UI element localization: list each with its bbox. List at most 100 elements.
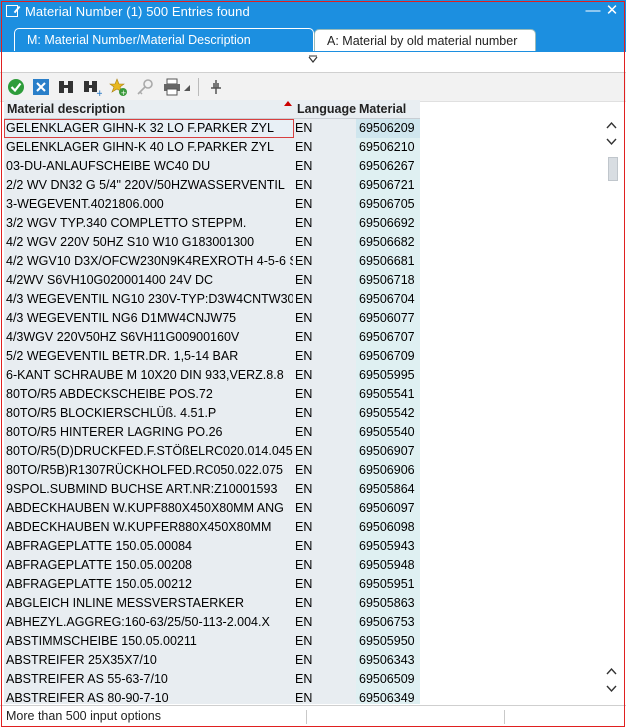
cell-language[interactable]: EN	[295, 423, 355, 442]
table-row[interactable]: 9SPOL.SUBMIND BUCHSE ART.NR:Z10001593 EN 6…	[4, 480, 420, 499]
cell-material[interactable]: 69506907	[356, 442, 420, 461]
cell-material-description[interactable]: ABGLEICH INLINE MESSVERSTAERKER	[6, 594, 293, 613]
cell-material-description[interactable]: ABHEZYL.AGGREG:160-63/25/50-113-2.004.X	[6, 613, 293, 632]
tab-old-material-number[interactable]: A: Material by old material number	[314, 29, 536, 51]
cell-language[interactable]: EN	[295, 271, 355, 290]
cell-material[interactable]: 69506707	[356, 328, 420, 347]
cell-material[interactable]: 69506692	[356, 214, 420, 233]
cell-material-description[interactable]: ABSTREIFER 25X35X7/10	[6, 651, 293, 670]
table-row[interactable]: 6-KANT SCHRAUBE M 10X20 DIN 933,VERZ.8.8…	[4, 366, 420, 385]
cell-material-description[interactable]: 03-DU-ANLAUFSCHEIBE WC40 DU	[6, 157, 293, 176]
cell-material[interactable]: 69505864	[356, 480, 420, 499]
cell-material-description[interactable]: 5/2 WEGEVENTIL BETR.DR. 1,5-14 BAR	[6, 347, 293, 366]
cell-material[interactable]: 69506704	[356, 290, 420, 309]
scroll-up-icon[interactable]	[606, 121, 617, 130]
cell-material[interactable]: 69505995	[356, 366, 420, 385]
table-row[interactable]: 4/2 WGV 220V 50HZ S10 W10 G183001300 EN 69…	[4, 233, 420, 252]
cell-material-description[interactable]: 80TO/R5 BLOCKIERSCHLÜß. 4.51.P	[6, 404, 293, 423]
table-row[interactable]: 80TO/R5 BLOCKIERSCHLÜß. 4.51.P EN 69505542	[4, 404, 420, 423]
close-button[interactable]: ✕	[603, 2, 621, 20]
check-icon[interactable]	[6, 77, 26, 97]
cell-material-description[interactable]: 4/2 WGV10 D3X/OFCW230N9K4REXROTH 4-5-6 S	[6, 252, 293, 271]
scrollbar-thumb[interactable]	[608, 157, 618, 181]
table-row[interactable]: 5/2 WEGEVENTIL BETR.DR. 1,5-14 BAR EN 6950…	[4, 347, 420, 366]
cell-language[interactable]: EN	[295, 594, 355, 613]
key-icon[interactable]	[135, 77, 155, 97]
cell-material-description[interactable]: ABDECKHAUBEN W.KUPFER880X450X80MM	[6, 518, 293, 537]
cell-language[interactable]: EN	[295, 366, 355, 385]
cell-language[interactable]: EN	[295, 385, 355, 404]
cell-language[interactable]: EN	[295, 119, 355, 138]
cell-material-description[interactable]: ABDECKHAUBEN W.KUPF880X450X80MM ANG	[6, 499, 293, 518]
table-row[interactable]: ABSTIMMSCHEIBE 150.05.00211 EN 69505950	[4, 632, 420, 651]
add-favorite-icon[interactable]: +	[108, 77, 128, 97]
cell-material[interactable]: 69505950	[356, 632, 420, 651]
table-row[interactable]: ABSTREIFER 25X35X7/10 EN 69506343	[4, 651, 420, 670]
cell-material[interactable]: 69506097	[356, 499, 420, 518]
cell-material-description[interactable]: 80TO/R5B)R1307RÜCKHOLFED.RC050.022.075	[6, 461, 293, 480]
cell-material-description[interactable]: ABSTREIFER AS 55-63-7/10	[6, 670, 293, 689]
print-icon[interactable]	[162, 77, 182, 97]
cell-material-description[interactable]: ABSTIMMSCHEIBE 150.05.00211	[6, 632, 293, 651]
cell-language[interactable]: EN	[295, 347, 355, 366]
cell-material[interactable]: 69505542	[356, 404, 420, 423]
cell-material-description[interactable]: 4/3 WEGEVENTIL NG6 D1MW4CNJW75	[6, 309, 293, 328]
cell-language[interactable]: EN	[295, 480, 355, 499]
binoculars-icon[interactable]	[56, 77, 76, 97]
table-row[interactable]: 4/2 WGV10 D3X/OFCW230N9K4REXROTH 4-5-6 S…	[4, 252, 420, 271]
cell-language[interactable]: EN	[295, 309, 355, 328]
table-row[interactable]: 4/3WGV 220V50HZ S6VH11G00900160V EN 695067…	[4, 328, 420, 347]
cell-material-description[interactable]: 3/2 WGV TYP.340 COMPLETTO STEPPM.	[6, 214, 293, 233]
cell-material-description[interactable]: 4/2WV S6VH10G020001400 24V DC	[6, 271, 293, 290]
cell-material[interactable]: 69506721	[356, 176, 420, 195]
cell-material[interactable]: 69506209	[356, 119, 420, 138]
cell-material[interactable]: 69506210	[356, 138, 420, 157]
cell-language[interactable]: EN	[295, 670, 355, 689]
cell-material-description[interactable]: 4/3WGV 220V50HZ S6VH11G00900160V	[6, 328, 293, 347]
cell-language[interactable]: EN	[295, 651, 355, 670]
cell-material-description[interactable]: ABFRAGEPLATTE 150.05.00084	[6, 537, 293, 556]
cell-material-description[interactable]: GELENKLAGER GIHN-K 40 LO F.PARKER ZYL	[6, 138, 293, 157]
cell-language[interactable]: EN	[295, 157, 355, 176]
cell-language[interactable]: EN	[295, 138, 355, 157]
table-row[interactable]: ABFRAGEPLATTE 150.05.00212 EN 69505951	[4, 575, 420, 594]
scroll-down-icon[interactable]	[606, 137, 617, 146]
cell-language[interactable]: EN	[295, 252, 355, 271]
cell-material-description[interactable]: 3-WEGEVENT.4021806.000	[6, 195, 293, 214]
cell-material[interactable]: 69505943	[356, 537, 420, 556]
cell-material[interactable]: 69506753	[356, 613, 420, 632]
cell-language[interactable]: EN	[295, 499, 355, 518]
cell-language[interactable]: EN	[295, 518, 355, 537]
table-row[interactable]: 80TO/R5 HINTERER LAGRING PO.26 EN 69505540	[4, 423, 420, 442]
cell-language[interactable]: EN	[295, 632, 355, 651]
cell-language[interactable]: EN	[295, 233, 355, 252]
table-row[interactable]: 4/2WV S6VH10G020001400 24V DC EN 69506718	[4, 271, 420, 290]
cell-material-description[interactable]: 4/2 WGV 220V 50HZ S10 W10 G183001300	[6, 233, 293, 252]
vertical-scrollbar[interactable]	[604, 119, 620, 704]
pin-icon[interactable]	[206, 77, 226, 97]
cell-language[interactable]: EN	[295, 214, 355, 233]
scroll-page-down-icon[interactable]	[606, 684, 617, 693]
cell-material[interactable]: 69506682	[356, 233, 420, 252]
table-row[interactable]: 4/3 WEGEVENTIL NG6 D1MW4CNJW75 EN 69506077	[4, 309, 420, 328]
cell-material-description[interactable]: 80TO/R5 ABDECKSCHEIBE POS.72	[6, 385, 293, 404]
cell-material[interactable]: 69506098	[356, 518, 420, 537]
cell-material-description[interactable]: 80TO/R5(D)DRUCKFED.F.STÖßELRC020.014.045	[6, 442, 293, 461]
cell-material[interactable]: 69506709	[356, 347, 420, 366]
column-header-material-description[interactable]: Material description	[4, 100, 294, 119]
cell-material-description[interactable]: ABFRAGEPLATTE 150.05.00208	[6, 556, 293, 575]
table-row[interactable]: 03-DU-ANLAUFSCHEIBE WC40 DU EN 69506267	[4, 157, 420, 176]
cell-material-description[interactable]: GELENKLAGER GIHN-K 32 LO F.PARKER ZYL	[6, 119, 293, 138]
table-row[interactable]: 4/3 WEGEVENTIL NG10 230V-TYP:D3W4CNTW30 E…	[4, 290, 420, 309]
cell-material[interactable]: 69506077	[356, 309, 420, 328]
column-header-language[interactable]: Language	[294, 100, 356, 119]
expand-criteria-icon[interactable]	[308, 55, 318, 65]
find-next-icon[interactable]: +	[82, 77, 102, 97]
cell-language[interactable]: EN	[295, 328, 355, 347]
dropdown-arrow-icon[interactable]	[182, 77, 192, 97]
table-row[interactable]: 80TO/R5(D)DRUCKFED.F.STÖßELRC020.014.045…	[4, 442, 420, 461]
cell-material-description[interactable]: 80TO/R5 HINTERER LAGRING PO.26	[6, 423, 293, 442]
cancel-icon[interactable]	[31, 77, 51, 97]
minimize-button[interactable]: —	[584, 2, 602, 20]
cell-material-description[interactable]: 4/3 WEGEVENTIL NG10 230V-TYP:D3W4CNTW30	[6, 290, 293, 309]
